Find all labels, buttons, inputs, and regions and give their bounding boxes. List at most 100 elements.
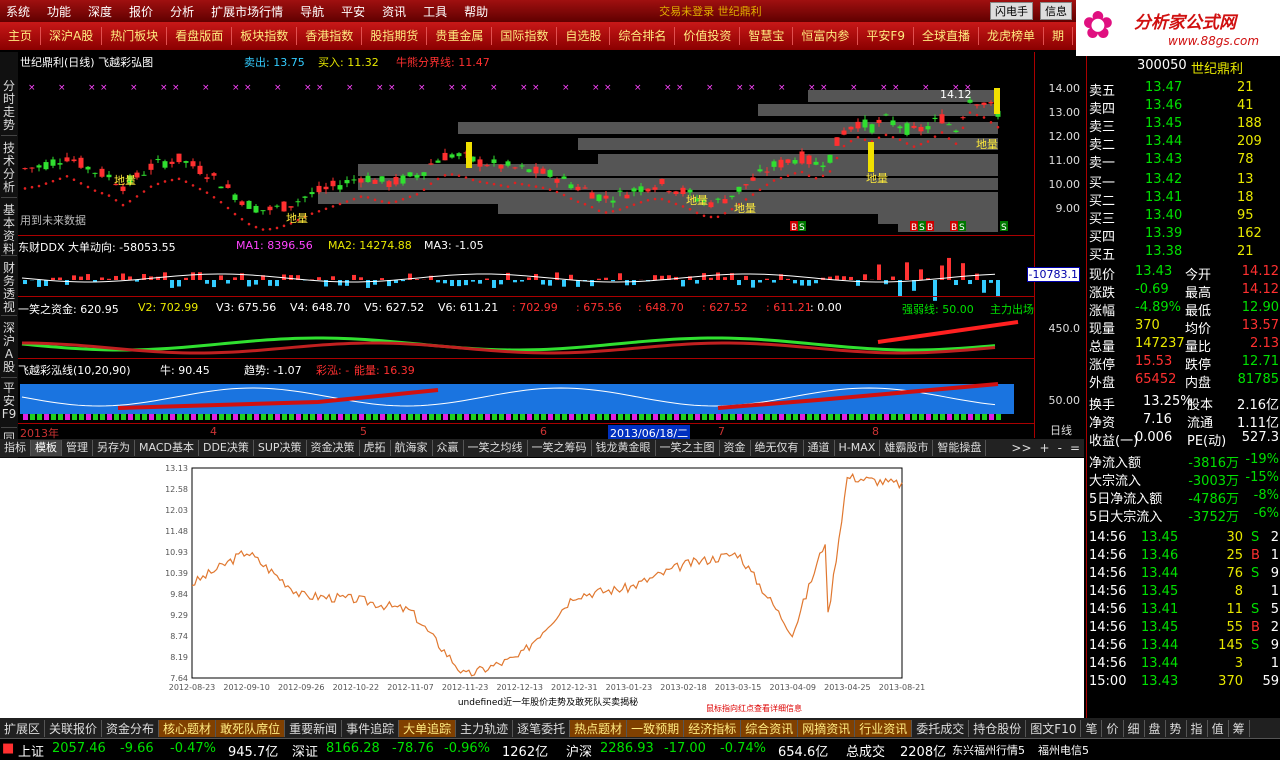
tab-control-button[interactable]: =: [1066, 441, 1084, 455]
extended-tab[interactable]: 逐笔委托: [513, 719, 571, 737]
extended-tab[interactable]: 笔: [1081, 719, 1103, 737]
market-tab[interactable]: 自选股: [557, 27, 611, 45]
sidebar-tab[interactable]: 平安F9: [1, 382, 17, 428]
extended-tab[interactable]: 综合资讯: [741, 719, 799, 737]
menu-item[interactable]: 平安: [335, 3, 376, 20]
tab-control-button[interactable]: >>: [1007, 441, 1035, 455]
indicator-tab[interactable]: 资金: [720, 440, 751, 456]
indicator-tab[interactable]: SUP决策: [254, 440, 307, 456]
stat-label: 涨跌: [1089, 286, 1116, 301]
menu-item[interactable]: 报价: [123, 3, 164, 20]
indicator-tab[interactable]: H-MAX: [835, 440, 881, 456]
extended-tab[interactable]: 价: [1102, 719, 1124, 737]
sz-label[interactable]: 深证: [292, 741, 318, 760]
extended-tab[interactable]: 持仓股份: [969, 719, 1027, 737]
server-name[interactable]: 东兴福州行情5: [952, 742, 1025, 758]
tab-control-button[interactable]: -: [1054, 441, 1066, 455]
period-label[interactable]: 日线: [1050, 422, 1072, 438]
menu-item[interactable]: 导航: [294, 3, 335, 20]
indicator-tab[interactable]: 智能操盘: [933, 440, 987, 456]
price-history-chart[interactable]: 13.13 12.58 12.03 11.48 10.93 10.39 9.84 9.29 8.…: [0, 458, 1084, 718]
market-tab[interactable]: 智慧宝: [740, 27, 794, 45]
menu-item[interactable]: 系统: [0, 3, 41, 20]
indicator-tab[interactable]: 绝无仅有: [751, 440, 804, 456]
info-button[interactable]: 信息: [1040, 2, 1072, 20]
indicator-tab[interactable]: 另存为: [93, 440, 135, 456]
extended-tab[interactable]: 网摘资讯: [798, 719, 856, 737]
extended-tab[interactable]: 大单追踪: [399, 719, 457, 737]
stat-value: 81785: [1237, 372, 1279, 387]
market-tab[interactable]: 龙虎榜单: [979, 27, 1044, 45]
indicator-tab[interactable]: 一笑之主图: [656, 440, 720, 456]
sh-label[interactable]: 上证: [18, 741, 44, 760]
menu-item[interactable]: 分析: [164, 3, 205, 20]
market-tab[interactable]: 期: [1044, 27, 1074, 45]
indicator-tab[interactable]: 一笑之均线: [464, 440, 528, 456]
menu-item[interactable]: 功能: [41, 3, 82, 20]
extended-tab[interactable]: 指: [1187, 719, 1208, 737]
market-tab[interactable]: 平安F9: [858, 27, 914, 45]
server-name-2[interactable]: 福州电信5: [1038, 742, 1089, 758]
indicator-tab[interactable]: 通道: [804, 440, 835, 456]
market-tab[interactable]: 国际指数: [492, 27, 558, 45]
indicator-tab[interactable]: 众赢: [433, 440, 464, 456]
menu-item[interactable]: 资讯: [376, 3, 417, 20]
extended-tab[interactable]: 扩展区: [0, 719, 46, 737]
market-tab[interactable]: 板块指数: [232, 27, 298, 45]
market-tab[interactable]: 股指期货: [362, 27, 428, 45]
extended-tab[interactable]: 事件追踪: [342, 719, 400, 737]
indicator-tab[interactable]: 雄霸股市: [880, 440, 934, 456]
extended-tab[interactable]: 图文F10: [1026, 719, 1082, 737]
market-tab[interactable]: 全球直播: [914, 27, 979, 45]
extended-tab[interactable]: 热点题材: [570, 719, 628, 737]
extended-tab[interactable]: 主力轨迹: [456, 719, 514, 737]
market-tab[interactable]: 香港指数: [297, 27, 363, 45]
tab-control-button[interactable]: +: [1036, 441, 1054, 455]
indicator-tab[interactable]: 钱龙黄金眼: [592, 440, 656, 456]
kline-chart[interactable]: × × × × × × × × × × × × × × × × × × × × × × × × × × × × × × × × × × × × × × × ×…: [18, 52, 1034, 438]
menu-item[interactable]: 扩展市场行情: [205, 3, 294, 20]
indicator-tab[interactable]: 指标: [0, 440, 31, 456]
market-tab[interactable]: 综合排名: [610, 27, 676, 45]
stat-value: 13.57: [1241, 318, 1279, 333]
extended-tab[interactable]: 一致预期: [627, 719, 685, 737]
extended-tab[interactable]: 资金分布: [102, 719, 160, 737]
sidebar-tab[interactable]: 基本资料: [1, 204, 17, 256]
indicator-tab[interactable]: DDE决策: [199, 440, 254, 456]
extended-tab[interactable]: 关联报价: [45, 719, 103, 737]
extended-tab[interactable]: 筹: [1229, 719, 1250, 737]
indicator-tab[interactable]: 模板: [31, 440, 62, 456]
menu-item[interactable]: 深度: [82, 3, 123, 20]
indicator-tab[interactable]: 资金决策: [307, 440, 360, 456]
indicator-tab[interactable]: 虎拓: [360, 440, 391, 456]
indicator-tab[interactable]: 一笑之筹码: [528, 440, 592, 456]
indicator-tab[interactable]: MACD基本: [135, 440, 199, 456]
extended-tab[interactable]: 盘: [1145, 719, 1166, 737]
sidebar-tab[interactable]: 分时走势: [1, 80, 17, 136]
market-tab[interactable]: 恒富内参: [793, 27, 859, 45]
market-tab[interactable]: 价值投资: [675, 27, 741, 45]
menu-item[interactable]: 帮助: [458, 3, 499, 20]
extended-tab[interactable]: 委托成交: [912, 719, 970, 737]
flash-trade-button[interactable]: 闪电手: [990, 2, 1033, 20]
market-tab[interactable]: 深沪A股: [41, 27, 103, 45]
market-tab[interactable]: 看盘版面: [167, 27, 233, 45]
market-tab[interactable]: 贵重金属: [427, 27, 493, 45]
market-tab[interactable]: 主页: [0, 27, 42, 45]
extended-tab[interactable]: 核心题材: [159, 719, 217, 737]
extended-tab[interactable]: 敢死队席位: [216, 719, 286, 737]
sidebar-tab[interactable]: 财务透视: [1, 262, 17, 316]
indicator-tab[interactable]: 管理: [62, 440, 93, 456]
extended-tab[interactable]: 经济指标: [684, 719, 742, 737]
extended-tab[interactable]: 值: [1208, 719, 1229, 737]
extended-tab[interactable]: 重要新闻: [285, 719, 343, 737]
hs-label[interactable]: 沪深: [566, 741, 592, 760]
sidebar-tab[interactable]: 深沪A股: [1, 322, 17, 378]
extended-tab[interactable]: 行业资讯: [855, 719, 913, 737]
menu-item[interactable]: 工具: [417, 3, 458, 20]
extended-tab[interactable]: 细: [1124, 719, 1145, 737]
market-tab[interactable]: 热门板块: [102, 27, 168, 45]
sidebar-tab[interactable]: 技术分析: [1, 142, 17, 198]
indicator-tab[interactable]: 航海家: [391, 440, 433, 456]
extended-tab[interactable]: 势: [1166, 719, 1187, 737]
